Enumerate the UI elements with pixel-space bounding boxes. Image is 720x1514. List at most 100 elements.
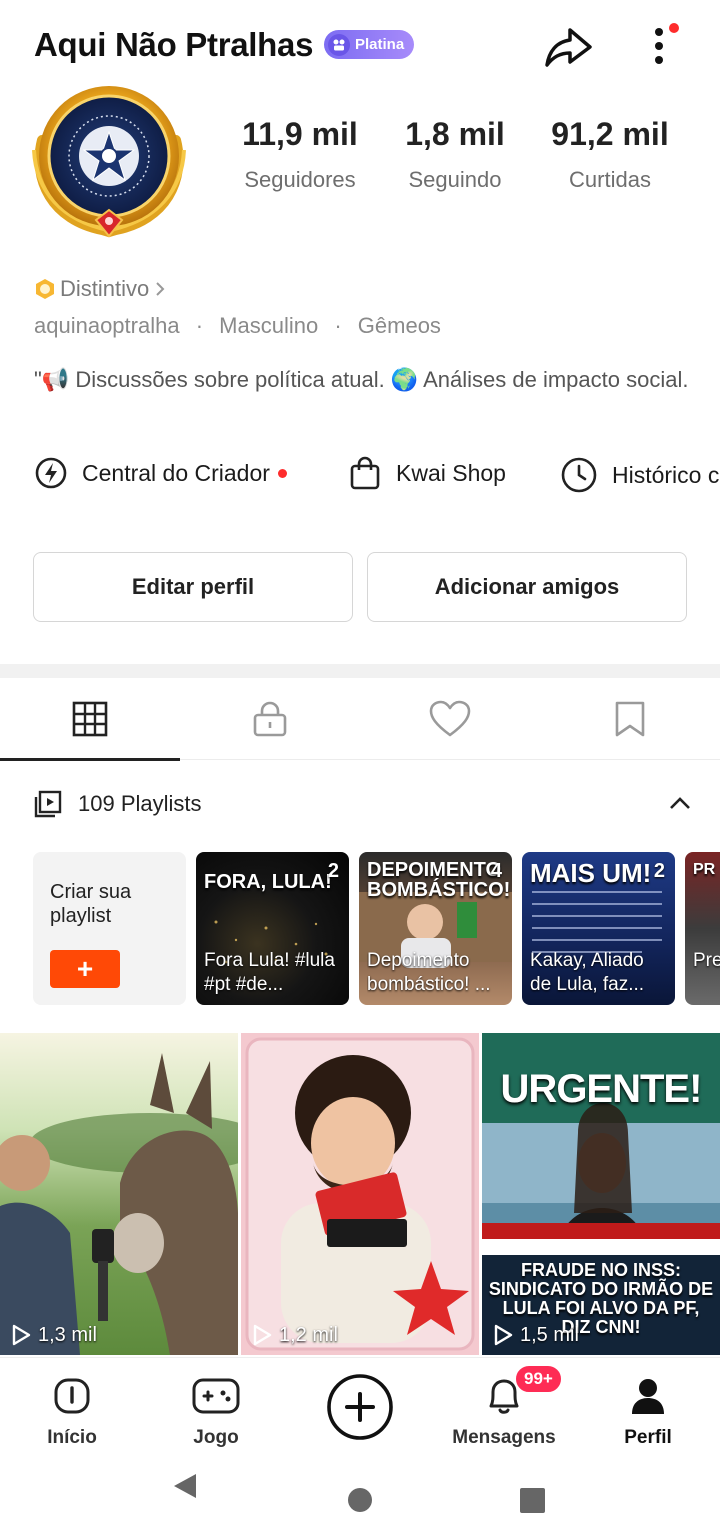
playlist-count: 4: [490, 860, 502, 882]
playlist-icon: [34, 790, 62, 818]
playlists-count: 109 Playlists: [78, 791, 202, 816]
profile-title: Aqui Não Ptralhas: [34, 26, 314, 63]
playlist-headline: DEPOIMENTO BOMBÁSTICO!: [367, 859, 511, 901]
profile-header: Aqui Não Ptralhas Platina: [0, 0, 720, 90]
nav-messages-label: Mensagens: [452, 1427, 556, 1448]
bookmark-icon: [615, 701, 645, 737]
chevron-right-icon: [156, 282, 165, 296]
profile-meta: aquinaoptralha · Masculino · Gêmeos: [34, 313, 441, 339]
creator-center-link[interactable]: Central do Criador: [34, 456, 287, 490]
lock-icon: [253, 701, 287, 737]
person-icon: [632, 1379, 664, 1414]
video-views: 1,5 mil: [492, 1323, 579, 1347]
clock-icon: [561, 457, 597, 493]
tab-videos[interactable]: [0, 678, 180, 761]
tab-saved[interactable]: [540, 678, 720, 760]
recents-icon[interactable]: [520, 1488, 545, 1513]
video-thumbnail[interactable]: 1,2 mil: [241, 1033, 479, 1355]
views-count: 1,5 mil: [520, 1323, 579, 1346]
playlist-card[interactable]: MAIS UM! 2 Kakay, Aliado de Lula, faz...: [522, 852, 675, 1005]
badge-label: Platina: [355, 36, 405, 53]
playlist-headline: PR: [693, 861, 716, 878]
notification-dot: [277, 468, 287, 478]
playlist-headline: MAIS UM!: [530, 858, 652, 888]
play-icon: [253, 1324, 272, 1346]
meta-separator: ·: [334, 313, 342, 338]
following-label: Seguindo: [408, 167, 502, 192]
heart-icon: [429, 700, 471, 737]
distintivo-label: Distintivo: [60, 276, 150, 301]
nav-home[interactable]: Início: [12, 1374, 132, 1449]
home-icon: [54, 1378, 90, 1414]
create-playlist-label: Criar sua playlist: [50, 881, 132, 927]
share-icon[interactable]: [542, 20, 594, 72]
chevron-up-icon[interactable]: [666, 790, 694, 818]
create-playlist-card[interactable]: Criar sua playlist +: [33, 852, 186, 1005]
add-friends-button[interactable]: Adicionar amigos: [367, 552, 687, 622]
playlist-caption: Depoimento bombástico! ...: [367, 950, 491, 995]
section-divider: [0, 664, 720, 678]
more-options-icon[interactable]: [640, 20, 680, 72]
nav-game[interactable]: Jogo: [156, 1374, 276, 1449]
meta-separator: ·: [195, 313, 204, 338]
gender: Masculino: [219, 313, 319, 338]
playlist-card[interactable]: PR Pre o b: [685, 852, 720, 1005]
system-navigation-bar: [0, 1457, 720, 1514]
likes-count: 91,2 mil: [551, 116, 669, 152]
stat-likes[interactable]: 91,2 mil Curtidas: [542, 116, 678, 193]
username: aquinaoptralha: [34, 313, 180, 338]
active-tab-indicator: [0, 758, 180, 761]
medal-icon: [36, 279, 54, 299]
platina-badge[interactable]: Platina: [324, 30, 415, 59]
playlist-count: 2: [653, 860, 665, 882]
playlist-caption: Pre o b: [693, 950, 720, 971]
nav-profile-label: Perfil: [624, 1427, 672, 1448]
create-button[interactable]: [300, 1372, 420, 1447]
home-button-icon[interactable]: [348, 1488, 372, 1512]
play-icon: [494, 1324, 513, 1346]
shopping-bag-icon: [350, 456, 380, 490]
playlist-caption: Fora Lula! #lula #pt #de...: [204, 950, 335, 995]
views-count: 1,2 mil: [279, 1323, 338, 1346]
grid-icon: [72, 701, 108, 737]
back-icon[interactable]: [174, 1474, 196, 1498]
video-image: [245, 1037, 475, 1351]
create-playlist-button[interactable]: +: [50, 950, 120, 988]
stat-following[interactable]: 1,8 mil Seguindo: [396, 116, 514, 193]
profile-bio: "📢 Discussões sobre política atual. 🌍 An…: [34, 367, 689, 392]
edit-profile-button[interactable]: Editar perfil: [33, 552, 353, 622]
nav-profile[interactable]: Perfil: [588, 1374, 708, 1449]
video-thumbnail[interactable]: URGENTE! FRAUDE NO INSS: SINDICATO DO IR…: [482, 1033, 720, 1355]
tab-liked[interactable]: [360, 678, 540, 760]
nav-home-label: Início: [47, 1427, 97, 1448]
playlist-caption: Kakay, Aliado de Lula, faz...: [530, 950, 645, 995]
playlists-header[interactable]: 109 Playlists: [34, 786, 694, 822]
nav-game-label: Jogo: [193, 1427, 239, 1448]
likes-label: Curtidas: [569, 167, 651, 192]
history-link[interactable]: Histórico c: [560, 456, 719, 494]
zodiac-sign: Gêmeos: [357, 313, 441, 338]
playlist-card[interactable]: DEPOIMENTO BOMBÁSTICO! 4 Depoimento bomb…: [359, 852, 512, 1005]
avatar[interactable]: [22, 80, 196, 248]
video-views: 1,3 mil: [10, 1323, 97, 1347]
playlist-card[interactable]: FORA, LULA! 2 Fora Lula! #lula #pt #de..…: [196, 852, 349, 1005]
video-thumbnail[interactable]: 1,3 mil: [0, 1033, 238, 1355]
playlist-count: 2: [327, 860, 339, 882]
gamepad-icon: [192, 1378, 240, 1414]
stat-followers[interactable]: 11,9 mil Seguidores: [234, 116, 366, 193]
history-label: Histórico c: [612, 461, 720, 488]
followers-label: Seguidores: [244, 167, 356, 192]
creator-center-label: Central do Criador: [82, 459, 270, 486]
tab-private[interactable]: [180, 678, 360, 760]
kwai-shop-label: Kwai Shop: [396, 459, 506, 486]
video-headline: URGENTE!: [500, 1067, 703, 1111]
kwai-shop-link[interactable]: Kwai Shop: [348, 456, 506, 490]
plus-circle-icon: [327, 1374, 393, 1440]
creator-icon: [35, 457, 67, 489]
following-count: 1,8 mil: [405, 116, 505, 152]
play-icon: [12, 1324, 31, 1346]
distintivo-link[interactable]: Distintivo: [34, 276, 167, 302]
content-tabs: [0, 678, 720, 761]
views-count: 1,3 mil: [38, 1323, 97, 1346]
video-views: 1,2 mil: [251, 1323, 338, 1347]
